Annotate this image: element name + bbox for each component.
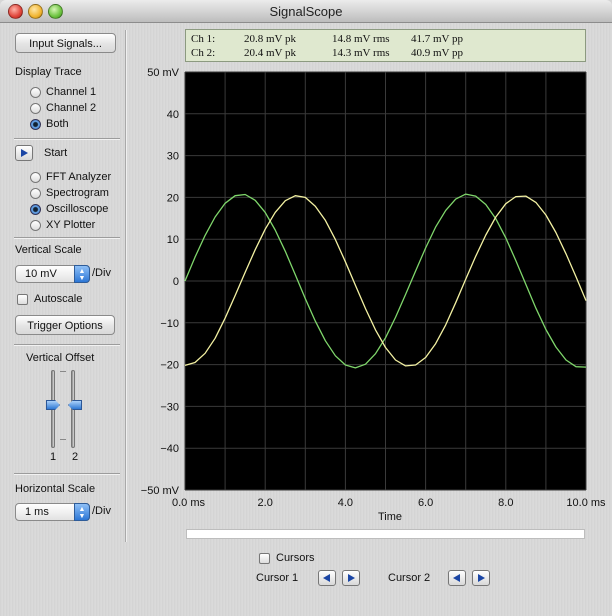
x-tick-label: 4.0 bbox=[338, 497, 353, 509]
x-tick-label: 10.0 ms bbox=[566, 497, 606, 509]
y-tick-label: 10 bbox=[167, 234, 179, 246]
x-tick-label: 0.0 ms bbox=[172, 497, 206, 509]
x-tick-label: 6.0 bbox=[418, 497, 433, 509]
y-tick-label: −10 bbox=[160, 318, 179, 330]
y-tick-label: 20 bbox=[167, 192, 179, 204]
x-axis-label: Time bbox=[378, 511, 402, 523]
y-tick-label: 40 bbox=[167, 109, 179, 121]
signalscope-window: SignalScope Input Signals... Display Tra… bbox=[0, 0, 612, 616]
y-tick-label: −30 bbox=[160, 401, 179, 413]
y-tick-label: −20 bbox=[160, 360, 179, 372]
cursors-checkbox[interactable] bbox=[259, 553, 270, 564]
cursor-2-left-button[interactable] bbox=[448, 570, 466, 586]
y-tick-label: −50 mV bbox=[141, 485, 180, 497]
cursor-2-right-button[interactable] bbox=[472, 570, 490, 586]
y-tick-label: 50 mV bbox=[147, 67, 179, 79]
y-tick-labels: 50 mV 40 30 20 10 0 −10 −20 −30 −40 −50 mV bbox=[141, 67, 180, 497]
oscilloscope-plot: 50 mV 40 30 20 10 0 −10 −20 −30 −40 −50 mV 0.0 ms 2… bbox=[141, 67, 606, 523]
cursors-label: Cursors bbox=[276, 552, 315, 564]
cursor-1-left-button[interactable] bbox=[318, 570, 336, 586]
cursor-1-label: Cursor 1 bbox=[256, 572, 299, 584]
y-tick-label: −40 bbox=[160, 443, 179, 455]
cursor-1-right-button[interactable] bbox=[342, 570, 360, 586]
x-tick-label: 2.0 bbox=[258, 497, 273, 509]
x-tick-label: 8.0 bbox=[498, 497, 513, 509]
x-tick-labels: 0.0 ms 2.0 4.0 6.0 8.0 10.0 ms bbox=[172, 497, 606, 509]
y-tick-label: 30 bbox=[167, 151, 179, 163]
capture-progress-bar bbox=[186, 529, 585, 539]
y-tick-label: 0 bbox=[173, 276, 179, 288]
cursor-2-label: Cursor 2 bbox=[388, 572, 431, 584]
